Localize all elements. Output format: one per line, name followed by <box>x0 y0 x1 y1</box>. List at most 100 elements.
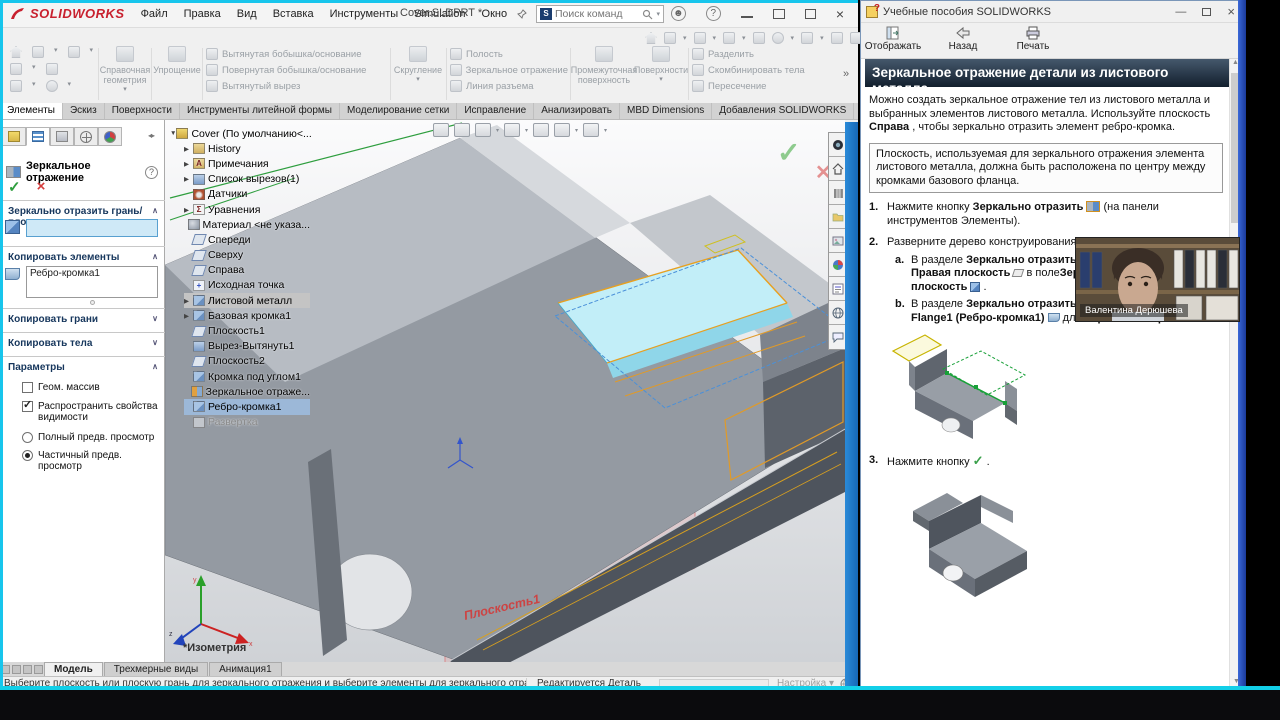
selected-feature-item[interactable]: Ребро-кромка1 <box>30 268 100 279</box>
tab-scroll-button[interactable] <box>23 665 32 674</box>
surfaces-group[interactable]: Поверхности ▾ <box>634 46 688 83</box>
configurationmanager-tab[interactable] <box>50 127 74 146</box>
collapse-icon[interactable]: ∧ <box>152 252 158 263</box>
home-icon[interactable] <box>645 32 657 44</box>
view-orientation-icon[interactable] <box>475 123 491 137</box>
simplify-group[interactable]: Упрощение <box>153 46 201 75</box>
tree-item[interactable]: Спереди <box>184 232 310 247</box>
tree-item[interactable]: ▼ Cover (По умолчанию<... <box>170 126 312 141</box>
tree-item[interactable]: Кромка под углом1 <box>184 369 310 384</box>
propertymanager-tab[interactable] <box>26 127 50 146</box>
tree-item[interactable]: ▶ Листовой металл <box>184 293 310 309</box>
expand-icon[interactable]: ∨ <box>152 314 158 325</box>
tree-item[interactable]: Развертка <box>184 415 310 430</box>
tab-simulation[interactable]: Simulation <box>854 103 858 119</box>
list-resize-handle[interactable] <box>90 300 95 305</box>
dimxpertmanager-tab[interactable] <box>74 127 98 146</box>
webcam-overlay[interactable]: Валентина Дерюшева <box>1075 237 1240 322</box>
tree-item[interactable]: Справа <box>184 263 310 278</box>
collapse-icon[interactable]: ∧ <box>152 362 158 373</box>
command-search[interactable]: S ▾ <box>536 5 664 23</box>
menu-item[interactable]: Правка <box>184 8 221 20</box>
tree-item[interactable]: + Исходная точка <box>184 278 310 293</box>
tab-mbd-dimensions[interactable]: MBD Dimensions <box>620 103 713 119</box>
search-dropdown-icon[interactable]: ▾ <box>656 10 660 18</box>
radio-unselected[interactable] <box>22 432 33 443</box>
tab-sketch[interactable]: Эскиз <box>63 103 105 119</box>
expand-icon[interactable]: ∨ <box>152 338 158 349</box>
geometry-pattern-option[interactable]: Геом. массив <box>22 382 160 393</box>
minimize-button[interactable] <box>740 15 753 18</box>
ok-button[interactable]: ✓ <box>8 178 21 196</box>
partial-preview-option[interactable]: Частичный предв. просмотр <box>22 450 160 472</box>
tab-features[interactable]: Элементы <box>0 103 63 119</box>
tree-item[interactable]: Плоскость1 <box>184 323 310 338</box>
tab-mold-tools[interactable]: Инструменты литейной формы <box>180 103 340 119</box>
hide-show-items-icon[interactable] <box>533 123 550 137</box>
close-button[interactable]: × <box>836 7 844 21</box>
tree-item[interactable]: Плоскость2 <box>184 354 310 369</box>
display-style-icon[interactable] <box>504 123 521 137</box>
split-button[interactable]: Разделить <box>692 46 812 62</box>
tree-item[interactable]: ▶ Список вырезов(1) <box>184 172 310 187</box>
reference-geometry-group[interactable]: Справочная геометрия ▾ <box>100 46 150 93</box>
model-tab[interactable]: Модель <box>44 662 103 676</box>
close-button[interactable]: × <box>1227 4 1235 19</box>
appearances-tab[interactable] <box>829 229 845 253</box>
appearance-icon[interactable] <box>554 123 571 137</box>
tab-surfaces[interactable]: Поверхности <box>105 103 180 119</box>
checkbox-checked[interactable] <box>22 400 33 412</box>
menu-item[interactable]: Окно <box>482 8 508 20</box>
maximize-button[interactable] <box>804 8 816 19</box>
undo-icon[interactable] <box>801 32 814 44</box>
back-button[interactable]: Назад <box>935 25 991 56</box>
animation-tab[interactable]: Анимация1 <box>209 662 282 676</box>
menu-item[interactable]: Вид <box>237 8 257 20</box>
tab-repair[interactable]: Исправление <box>457 103 535 119</box>
minimize-button[interactable]: — <box>1175 6 1186 18</box>
search-input[interactable] <box>555 8 640 20</box>
save-icon[interactable] <box>32 46 44 58</box>
section-parameters[interactable]: Параметры ∧ <box>8 362 158 373</box>
menu-item[interactable]: Инструменты <box>330 8 399 20</box>
maximize-button[interactable] <box>1202 7 1212 16</box>
tree-item[interactable]: Сверху <box>184 248 310 263</box>
checkbox-unchecked[interactable] <box>22 382 33 393</box>
tree-item[interactable]: Вырез-Вытянуть1 <box>184 339 310 354</box>
home-tab[interactable] <box>829 157 845 181</box>
search-icon[interactable] <box>642 9 653 20</box>
tab-scroll-button[interactable] <box>12 665 21 674</box>
open-icon[interactable] <box>693 32 706 44</box>
full-preview-option[interactable]: Полный предв. просмотр <box>22 432 160 443</box>
section-copy-faces[interactable]: Копировать грани ∨ <box>8 314 158 325</box>
revolve-boss-button[interactable]: Повернутая бобышка/основание <box>206 62 388 78</box>
print-button[interactable]: Печать <box>1005 25 1061 56</box>
propagate-visual-option[interactable]: Распространить свойства видимости <box>22 400 160 423</box>
tab-addins[interactable]: Добавления SOLIDWORKS <box>712 103 855 119</box>
combine-button[interactable]: Скомбинировать тела <box>692 62 812 78</box>
fillet-group[interactable]: Скругление ▾ <box>393 46 443 83</box>
help-icon[interactable]: ? <box>705 6 721 21</box>
tab-mesh-modeling[interactable]: Моделирование сетки <box>340 103 458 119</box>
tree-item[interactable]: Зеркальное отраже... <box>184 384 310 399</box>
pm-help-icon[interactable]: ? <box>145 165 158 179</box>
cavity-button[interactable]: Полость <box>450 46 568 62</box>
tree-item[interactable]: ▶ A Примечания <box>184 156 310 171</box>
tab-evaluate[interactable]: Анализировать <box>534 103 621 119</box>
mirror-button[interactable]: Зеркальное отражение <box>450 62 568 78</box>
scenes-tab[interactable] <box>829 253 845 277</box>
section-copy-bodies[interactable]: Копировать тела ∨ <box>8 338 158 349</box>
tree-item[interactable]: ▶ Σ Уравнения <box>184 202 310 217</box>
radio-selected[interactable] <box>22 450 33 461</box>
custom-properties-tab[interactable] <box>829 277 845 301</box>
loft-group[interactable]: Промежуточная поверхность <box>571 46 637 85</box>
save-icon[interactable] <box>723 32 736 44</box>
home-icon[interactable] <box>10 46 22 58</box>
featuremanager-tab[interactable] <box>2 127 26 146</box>
intersect-button[interactable]: Пересечение <box>692 78 812 94</box>
chat-tab[interactable] <box>829 325 845 349</box>
restore-button[interactable] <box>772 8 785 19</box>
tree-item[interactable]: Материал <не указа... <box>184 217 310 232</box>
menu-item[interactable]: Вставка <box>273 8 314 20</box>
undo-icon[interactable] <box>67 46 80 58</box>
